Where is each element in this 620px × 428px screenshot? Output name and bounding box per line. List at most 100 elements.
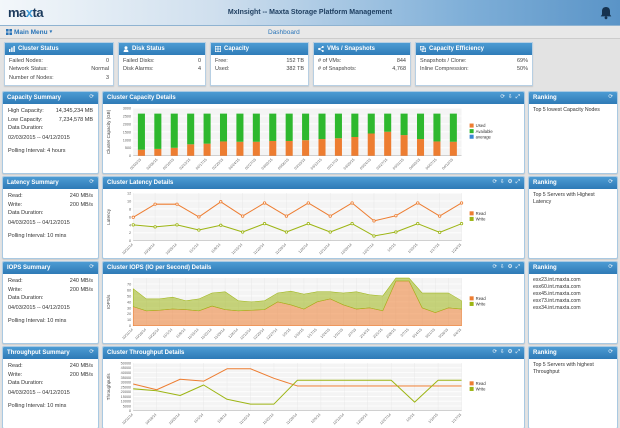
svg-text:03/03/15: 03/03/15 <box>261 157 274 170</box>
chart-body: 02468101210/11/1410/18/1410/25/1411/1/14… <box>103 189 524 258</box>
status-card-capacity-efficiency: Capacity Efficiency Snapshots / Clone:69… <box>415 42 533 86</box>
expand-icon[interactable]: ⤢ <box>516 350 520 356</box>
svg-text:2: 2 <box>129 231 131 235</box>
refresh-icon[interactable]: ⟳ <box>608 350 613 356</box>
stat-row: Write:200 MB/s <box>8 371 93 380</box>
svg-text:45000: 45000 <box>121 366 132 370</box>
refresh-icon[interactable]: ⟳ <box>89 95 94 101</box>
panel-header: Capacity Summary ⟳ <box>3 92 98 104</box>
svg-text:03/31/15: 03/31/15 <box>392 157 405 170</box>
download-icon[interactable]: ⇩ <box>500 265 505 271</box>
settings-gear-icon[interactable]: ⚙ <box>508 180 513 186</box>
polling-interval: Polling Interval: 10 mins <box>8 402 93 411</box>
svg-text:3/21/15: 3/21/15 <box>425 327 436 338</box>
refresh-icon[interactable]: ⟳ <box>492 265 497 271</box>
ranking-body: Top 5 lowest Capacity Nodes <box>529 104 617 173</box>
throughput-ranking-panel: Ranking ⟳ Top 5 Servers with highest Thr… <box>528 346 618 428</box>
svg-text:10/25/14: 10/25/14 <box>165 242 178 255</box>
stat-value: 240 MB/s <box>70 362 93 371</box>
svg-text:1/3/15: 1/3/15 <box>387 242 397 252</box>
settings-gear-icon[interactable]: ⚙ <box>508 350 513 356</box>
polling-interval: Polling Interval: 10 mins <box>8 317 93 326</box>
card-header: Capacity Efficiency <box>416 43 532 55</box>
svg-text:50: 50 <box>127 294 131 298</box>
svg-text:04/03/15: 04/03/15 <box>408 157 421 170</box>
download-icon[interactable]: ⇩ <box>508 95 513 101</box>
cluster-iops-details-panel: Cluster IOPS (IO per Second) Details ⟳ ⇩… <box>102 261 525 344</box>
refresh-icon[interactable]: ⟳ <box>89 180 94 186</box>
svg-text:12/13/14: 12/13/14 <box>318 242 331 255</box>
svg-text:Write: Write <box>476 216 486 221</box>
panel-title: Ranking <box>533 95 557 101</box>
svg-text:Read: Read <box>476 211 487 216</box>
svg-text:10/11/14: 10/11/14 <box>121 412 134 425</box>
svg-text:1/10/15: 1/10/15 <box>407 242 418 253</box>
summary-body: Read:240 MB/sWrite:200 MB/s Data Duratio… <box>3 274 98 343</box>
svg-text:04/12/15: 04/12/15 <box>441 157 454 170</box>
svg-text:10/25/14: 10/25/14 <box>147 327 160 340</box>
breadcrumb[interactable]: Dashboard <box>268 29 300 36</box>
main-menu-button[interactable]: Main Menu ▾ <box>6 29 52 36</box>
svg-text:30: 30 <box>127 306 131 310</box>
capacity-grid-icon <box>215 46 221 52</box>
stat-row: Failed Nodes:0 <box>9 57 109 65</box>
data-duration-label: Data Duration: <box>8 209 93 218</box>
svg-text:4/4/15: 4/4/15 <box>452 327 462 337</box>
svg-text:500: 500 <box>125 146 131 150</box>
refresh-icon[interactable]: ⟳ <box>500 95 505 101</box>
refresh-icon[interactable]: ⟳ <box>608 95 613 101</box>
ranking-list-item: esx73.int.maxta.com <box>533 298 613 305</box>
expand-icon[interactable]: ⤢ <box>516 265 520 271</box>
iops-ranking-panel: Ranking ⟳ esx23.int.maxta.comesx60.int.m… <box>528 261 618 344</box>
svg-text:1500: 1500 <box>123 130 131 134</box>
svg-text:11/15/14: 11/15/14 <box>231 242 244 255</box>
panel-title: Cluster Latency Details <box>107 180 173 186</box>
stat-value: 50% <box>517 65 528 73</box>
svg-text:11/1/14: 11/1/14 <box>193 412 204 423</box>
svg-text:4: 4 <box>129 223 132 227</box>
expand-icon[interactable]: ⤢ <box>516 180 520 186</box>
download-icon[interactable]: ⇩ <box>500 350 505 356</box>
svg-text:11/22/14: 11/22/14 <box>253 242 266 255</box>
svg-text:40000: 40000 <box>121 371 132 375</box>
svg-text:11/8/14: 11/8/14 <box>175 327 186 338</box>
ranking-list-item: esx45.int.maxta.com <box>533 291 613 298</box>
panel-title: IOPS Summary <box>7 265 50 271</box>
stat-value: 152 TB <box>286 57 304 65</box>
settings-gear-icon[interactable]: ⚙ <box>508 265 513 271</box>
svg-text:1/10/15: 1/10/15 <box>293 327 304 338</box>
download-icon[interactable]: ⇩ <box>500 180 505 186</box>
refresh-icon[interactable]: ⟳ <box>492 180 497 186</box>
refresh-icon[interactable]: ⟳ <box>492 350 497 356</box>
svg-text:11/15/14: 11/15/14 <box>239 412 252 425</box>
stat-label: # of VMs: <box>318 57 341 65</box>
stat-label: Inline Compression: <box>420 65 469 73</box>
stat-row: Disk Alarms:4 <box>123 65 201 73</box>
stat-row: # of Snapshots:4,768 <box>318 65 406 73</box>
stat-label: Network Status: <box>9 65 48 73</box>
stat-value: 69% <box>517 57 528 65</box>
svg-text:60: 60 <box>127 288 131 292</box>
refresh-icon[interactable]: ⟳ <box>608 265 613 271</box>
ranking-server-list: esx23.int.maxta.comesx60.int.maxta.comes… <box>529 274 617 343</box>
expand-icon[interactable]: ⤢ <box>516 95 520 101</box>
svg-text:1/24/15: 1/24/15 <box>320 327 331 338</box>
svg-text:10/18/14: 10/18/14 <box>134 327 147 340</box>
svg-text:1000: 1000 <box>123 138 131 142</box>
card-title: Disk Status <box>132 46 165 52</box>
topbar: maxta MxInsight -- Maxta Storage Platfor… <box>0 0 620 26</box>
svg-text:IOPS/s: IOPS/s <box>106 294 111 309</box>
data-duration-value: 02/03/2015 -- 04/12/2015 <box>8 134 93 143</box>
notifications-bell-icon[interactable] <box>600 6 612 20</box>
refresh-icon[interactable]: ⟳ <box>89 265 94 271</box>
svg-text:11/22/14: 11/22/14 <box>200 327 213 340</box>
status-cards-row: Cluster Status Failed Nodes:0Network Sta… <box>0 39 620 89</box>
svg-text:2/14/15: 2/14/15 <box>359 327 370 338</box>
svg-text:1/3/15: 1/3/15 <box>282 327 292 337</box>
svg-text:12/6/14: 12/6/14 <box>310 412 321 423</box>
cluster-latency-chart: 02468101210/11/1410/18/1410/25/1411/1/14… <box>103 189 524 258</box>
svg-text:03/06/15: 03/06/15 <box>277 157 290 170</box>
refresh-icon[interactable]: ⟳ <box>608 180 613 186</box>
svg-text:11/1/14: 11/1/14 <box>188 242 199 253</box>
refresh-icon[interactable]: ⟳ <box>89 350 94 356</box>
